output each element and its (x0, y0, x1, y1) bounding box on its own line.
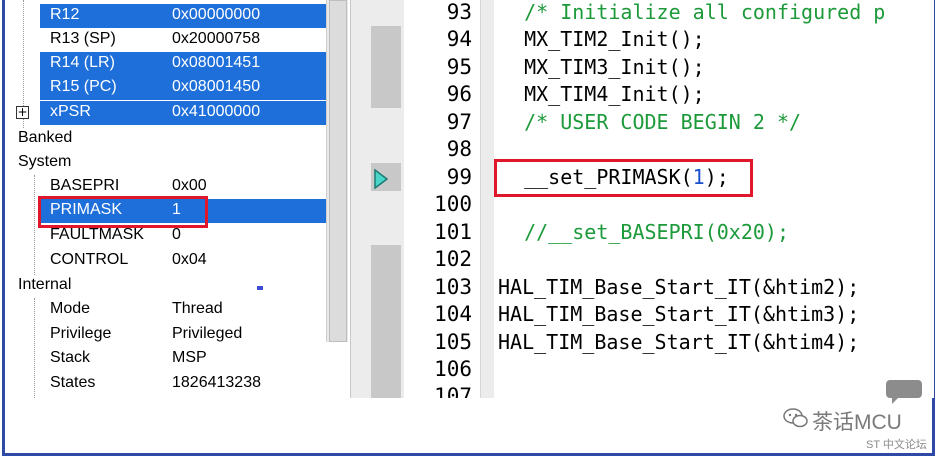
code-line: MX_TIM2_Init(); (500, 27, 705, 51)
register-value: 0x00 (172, 177, 207, 194)
group-label: Internal (18, 276, 72, 293)
register-value: 0x08001450 (172, 78, 261, 95)
group-banked[interactable]: Banked (8, 127, 326, 151)
register-row-control[interactable]: CONTROL 0x04 (8, 249, 326, 273)
register-row-r12[interactable]: R12 0x00000000 (8, 4, 326, 28)
register-name: xPSR (50, 103, 91, 120)
register-name: FAULTMASK (50, 226, 144, 243)
scrollbar-thumb[interactable] (329, 0, 347, 342)
internal-row-stack[interactable]: Stack MSP (8, 347, 326, 371)
watermark-title: 茶话MCU (812, 411, 902, 434)
register-name: Privilege (50, 325, 112, 342)
line-number: 105 (434, 330, 472, 354)
register-name: Mode (50, 300, 91, 317)
register-value: MSP (172, 349, 207, 366)
marker-dot (257, 286, 263, 290)
wechat-icon (783, 408, 808, 428)
register-name: CONTROL (50, 251, 129, 268)
code-line: HAL_TIM_Base_Start_IT(&htim2); (498, 275, 860, 299)
line-number: 98 (446, 137, 472, 161)
code-line: MX_TIM3_Init(); (500, 55, 705, 79)
expand-icon[interactable]: + (16, 106, 29, 119)
editor-gutter[interactable] (350, 0, 404, 398)
register-value: 1826413238 (172, 374, 261, 391)
current-line-arrow-icon (374, 168, 389, 190)
register-name: Stack (50, 349, 91, 366)
line-number: 101 (434, 220, 472, 244)
line-number: 95 (446, 55, 472, 79)
register-name: R15 (PC) (50, 78, 117, 95)
register-value: 0x00000000 (172, 6, 261, 23)
register-row-r13[interactable]: R13 (SP) 0x20000758 (8, 28, 326, 52)
register-value: 0 (172, 226, 181, 243)
code-line: //__set_BASEPRI(0x20); (500, 220, 789, 244)
line-number: 93 (446, 0, 472, 24)
group-label: Banked (18, 129, 73, 146)
register-name: R13 (SP) (50, 30, 116, 47)
register-name: R14 (LR) (50, 54, 115, 71)
register-value: 0x20000758 (172, 30, 261, 47)
internal-row-mode[interactable]: Mode Thread (8, 298, 326, 322)
group-system[interactable]: System (8, 151, 326, 175)
code-line: MX_TIM4_Init(); (500, 82, 705, 106)
gutter-block (371, 26, 401, 108)
code-editor[interactable]: /* Initialize all configured p MX_TIM2_I… (494, 0, 934, 398)
fold-margin[interactable] (480, 0, 494, 398)
line-numbers: 93 94 95 96 97 98 99 100 101 102 103 104… (404, 0, 478, 408)
code-line: /* Initialize all configured p (500, 0, 886, 24)
line-number: 94 (446, 27, 472, 51)
register-name: BASEPRI (50, 177, 120, 194)
register-row-r15[interactable]: R15 (PC) 0x08001450 (8, 76, 326, 100)
register-value: 0x08001451 (172, 54, 261, 71)
primask-register-highlight (38, 196, 208, 228)
scrollbar-bottom (326, 342, 348, 398)
register-name: States (50, 374, 96, 391)
register-value: Privileged (172, 325, 243, 342)
gutter-block (371, 245, 401, 398)
line-number: 100 (434, 192, 472, 216)
line-number: 102 (434, 247, 472, 271)
register-row-r14[interactable]: R14 (LR) 0x08001451 (8, 52, 326, 76)
line-number: 96 (446, 82, 472, 106)
internal-row-states[interactable]: States 1826413238 (8, 372, 326, 396)
register-row-xpsr[interactable]: + xPSR 0x41000000 (8, 101, 326, 125)
watermark-subtitle: ST 中文论坛 (866, 439, 927, 451)
line-number: 99 (446, 165, 472, 189)
line-number: 104 (434, 302, 472, 326)
code-line: /* USER CODE BEGIN 2 */ (500, 110, 802, 134)
chat-bubble-logo-icon (886, 380, 922, 404)
register-value: 0x41000000 (172, 103, 261, 120)
register-value: 0x04 (172, 251, 207, 268)
set-primask-code-highlight (494, 159, 753, 197)
register-scrollbar[interactable] (326, 0, 348, 342)
register-name: R12 (50, 6, 80, 23)
line-number: 97 (446, 110, 472, 134)
internal-row-privilege[interactable]: Privilege Privileged (8, 323, 326, 347)
line-number: 103 (434, 275, 472, 299)
group-label: System (18, 153, 72, 170)
code-line: HAL_TIM_Base_Start_IT(&htim4); (498, 330, 860, 354)
line-number: 106 (434, 357, 472, 381)
group-internal[interactable]: Internal (8, 274, 326, 298)
register-value: Thread (172, 300, 223, 317)
code-line: HAL_TIM_Base_Start_IT(&htim3); (498, 302, 860, 326)
